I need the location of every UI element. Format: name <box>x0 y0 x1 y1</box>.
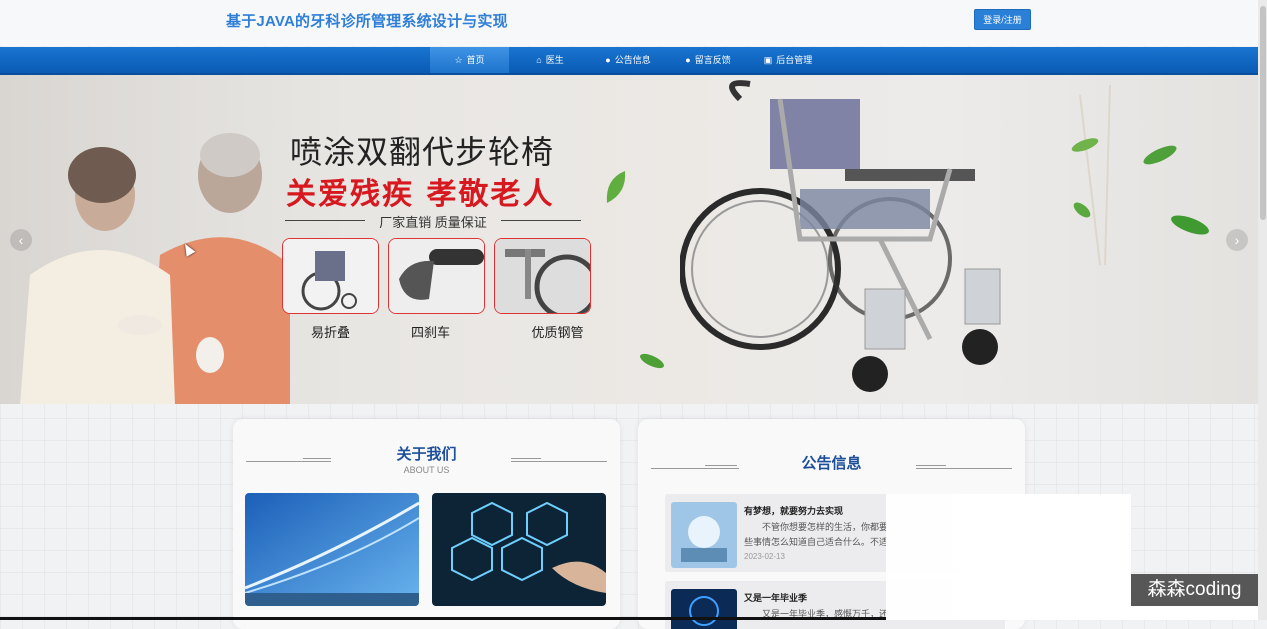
nav-label: 首页 <box>466 55 485 65</box>
about-image-city[interactable] <box>245 493 419 606</box>
nav-item-notices[interactable]: ● 公告信息 <box>593 47 663 73</box>
divider <box>916 468 1012 469</box>
main-nav: ☆ 首页 ⌂ 医生 ● 公告信息 ● 留言反馈 ▣ 后台管理 <box>0 47 1258 75</box>
login-register-button[interactable]: 登录/注册 <box>974 9 1031 30</box>
feature-image-steel-tube <box>494 238 591 314</box>
leaf-icon <box>606 171 626 203</box>
banner-prev-arrow[interactable]: ‹ <box>10 229 32 251</box>
divider <box>246 461 331 462</box>
top-header: 基于JAVA的牙科诊所管理系统设计与实现 登录/注册 <box>0 0 1258 46</box>
watermark: 森森coding <box>1131 574 1258 606</box>
divider <box>511 461 607 462</box>
feature-image-brake <box>388 238 485 314</box>
divider <box>916 465 946 466</box>
nav-label: 后台管理 <box>776 55 813 65</box>
site-title: 基于JAVA的牙科诊所管理系统设计与实现 <box>226 13 508 30</box>
info-icon: ● <box>685 55 691 65</box>
notices-title: 公告信息 <box>801 455 862 472</box>
nav-item-home[interactable]: ☆ 首页 <box>430 47 509 73</box>
about-image-tech[interactable] <box>432 493 606 606</box>
divider <box>651 468 739 469</box>
nav-label: 留言反馈 <box>694 55 731 65</box>
plant-leaves-image <box>1071 85 1209 265</box>
lock-icon: ⌂ <box>536 55 542 65</box>
nav-item-admin[interactable]: ▣ 后台管理 <box>753 47 823 73</box>
overlay-patch <box>1006 494 1131 620</box>
info-icon: ● <box>605 55 611 65</box>
divider <box>705 465 737 466</box>
nav-label: 医生 <box>545 55 564 65</box>
feature-image-folding <box>282 238 379 314</box>
leaf-icon <box>640 353 664 369</box>
notice-date: 2023-02-13 <box>744 552 785 561</box>
banner-headline: 喷涂双翻代步轮椅 <box>290 133 555 171</box>
home-icon: ☆ <box>454 55 463 65</box>
feature-label: 四刹车 <box>410 325 450 340</box>
banner-next-arrow[interactable]: › <box>1226 229 1248 251</box>
feature-label: 易折叠 <box>310 325 350 340</box>
notice-thumbnail <box>671 589 737 629</box>
notice-title: 又是一年毕业季 <box>744 593 808 603</box>
hero-banner: 喷涂双翻代步轮椅 关爱残疾 孝敬老人 厂家直销 质量保证 易折叠 四刹车 优质钢… <box>0 75 1258 404</box>
scrollbar-thumb[interactable] <box>1260 6 1266 220</box>
elderly-couple-image <box>20 133 290 404</box>
banner-subline: 厂家直销 质量保证 <box>285 212 581 230</box>
nav-label: 公告信息 <box>614 55 651 65</box>
wheelchair-image <box>680 80 1001 392</box>
feature-label: 优质钢管 <box>531 325 584 340</box>
divider <box>511 458 541 459</box>
divider <box>303 458 331 459</box>
nav-item-feedback[interactable]: ● 留言反馈 <box>673 47 743 73</box>
overlay-patch <box>886 494 1006 620</box>
about-subtitle: ABOUT US <box>403 465 450 475</box>
about-us-card: 关于我们 ABOUT US <box>233 419 620 629</box>
briefcase-icon: ▣ <box>763 55 773 65</box>
banner-slogan: 关爱残疾 孝敬老人 <box>286 177 555 212</box>
overlay-patch <box>1131 606 1258 620</box>
notice-thumbnail <box>671 502 737 568</box>
notice-title: 有梦想，就要努力去实现 <box>744 506 844 516</box>
nav-item-doctor[interactable]: ⌂ 医生 <box>520 47 580 73</box>
